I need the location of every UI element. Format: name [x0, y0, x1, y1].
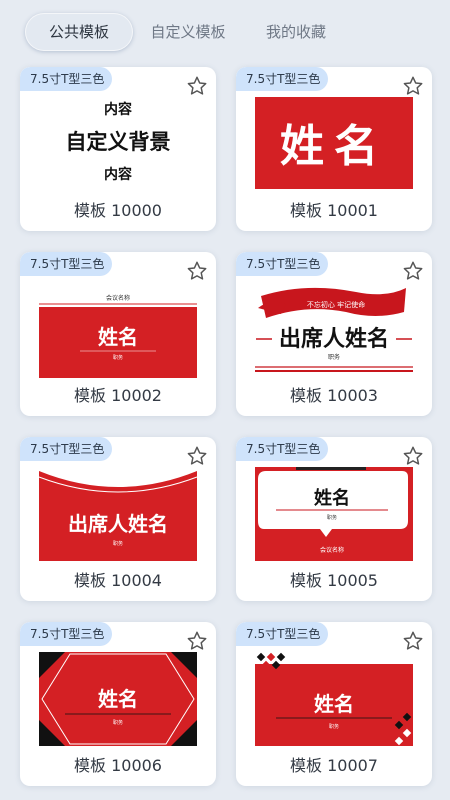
thumb-sub-text: 职务	[328, 353, 340, 361]
template-title: 模板 10001	[290, 201, 378, 220]
thumb-main-text: 姓名	[98, 325, 138, 349]
size-badge: 7.5寸T型三色	[20, 437, 113, 461]
template-thumbnail: 会议名称 姓名 职务	[39, 294, 197, 378]
thumb-main-text: 姓名	[280, 121, 388, 172]
thumb-main-text: 姓名	[98, 687, 138, 711]
template-thumbnail: 内容 自定义背景 内容	[66, 101, 171, 183]
template-card-10005[interactable]: 7.5寸T型三色 姓名 职务 会议名称 模板 10005	[236, 437, 432, 601]
template-title: 模板 10000	[74, 201, 162, 220]
size-badge: 7.5寸T型三色	[236, 252, 329, 276]
thumb-sub-text: 职务	[113, 540, 123, 547]
size-badge: 7.5寸T型三色	[20, 67, 113, 91]
template-title: 模板 10005	[290, 571, 378, 590]
size-badge: 7.5寸T型三色	[236, 437, 329, 461]
star-icon[interactable]	[186, 445, 208, 467]
template-card-10006[interactable]: 7.5寸T型三色 姓名 职务 模板 10006	[20, 622, 216, 786]
thumb-sub-text: 职务	[329, 723, 339, 730]
star-icon[interactable]	[402, 445, 424, 467]
size-badge: 7.5寸T型三色	[20, 252, 113, 276]
star-icon[interactable]	[402, 75, 424, 97]
thumb-bottom-text: 内容	[104, 166, 132, 183]
template-tabs: 公共模板 自定义模板 我的收藏	[0, 0, 450, 62]
template-title: 模板 10003	[290, 386, 378, 405]
tab-custom-templates[interactable]: 自定义模板	[143, 13, 233, 51]
star-icon[interactable]	[186, 630, 208, 652]
template-thumbnail: 姓名 职务	[39, 652, 197, 746]
thumb-sub-text: 职务	[113, 719, 123, 726]
template-title: 模板 10006	[74, 756, 162, 775]
template-thumbnail: 姓名	[255, 97, 413, 189]
thumb-banner-text: 不忘初心 牢记使命	[307, 300, 365, 309]
thumb-sub-text: 职务	[113, 354, 123, 361]
template-thumbnail: 姓名 职务 会议名称	[255, 467, 413, 561]
template-card-10004[interactable]: 7.5寸T型三色 出席人姓名 职务 模板 10004	[20, 437, 216, 601]
template-title: 模板 10002	[74, 386, 162, 405]
thumb-main-text: 姓名	[314, 487, 350, 509]
size-badge: 7.5寸T型三色	[236, 67, 329, 91]
size-badge: 7.5寸T型三色	[236, 622, 329, 646]
star-icon[interactable]	[402, 260, 424, 282]
thumb-main-text: 出席人姓名	[279, 326, 389, 352]
star-icon[interactable]	[402, 630, 424, 652]
star-icon[interactable]	[186, 260, 208, 282]
thumb-top-text: 内容	[104, 101, 132, 118]
template-card-10000[interactable]: 7.5寸T型三色 内容 自定义背景 内容 模板 10000	[20, 67, 216, 231]
template-card-10007[interactable]: 7.5寸T型三色 姓名 职务 模板 10007	[236, 622, 432, 786]
template-card-10001[interactable]: 7.5寸T型三色 姓名 模板 10001	[236, 67, 432, 231]
template-card-10002[interactable]: 7.5寸T型三色 会议名称 姓名 职务 模板 10002	[20, 252, 216, 416]
template-thumbnail: 姓名 职务	[255, 652, 413, 746]
template-thumbnail: 出席人姓名 职务	[38, 471, 198, 561]
template-title: 模板 10004	[74, 571, 162, 590]
template-thumbnail: 不忘初心 牢记使命 出席人姓名 职务	[255, 287, 413, 372]
thumb-sub-text: 职务	[327, 514, 337, 521]
tab-my-favorites[interactable]: 我的收藏	[258, 13, 334, 51]
size-badge: 7.5寸T型三色	[20, 622, 113, 646]
template-card-10003[interactable]: 7.5寸T型三色 不忘初心 牢记使命 出席人姓名 职务 模板 10003	[236, 252, 432, 416]
thumb-main-text: 姓名	[314, 692, 354, 716]
template-title: 模板 10007	[290, 756, 378, 775]
star-icon[interactable]	[186, 75, 208, 97]
thumb-top-text: 会议名称	[106, 294, 130, 302]
thumb-bottom-text: 会议名称	[320, 546, 344, 554]
thumb-main-text: 自定义背景	[66, 130, 171, 154]
thumb-main-text: 出席人姓名	[68, 512, 168, 536]
tab-public-templates[interactable]: 公共模板	[25, 13, 133, 51]
